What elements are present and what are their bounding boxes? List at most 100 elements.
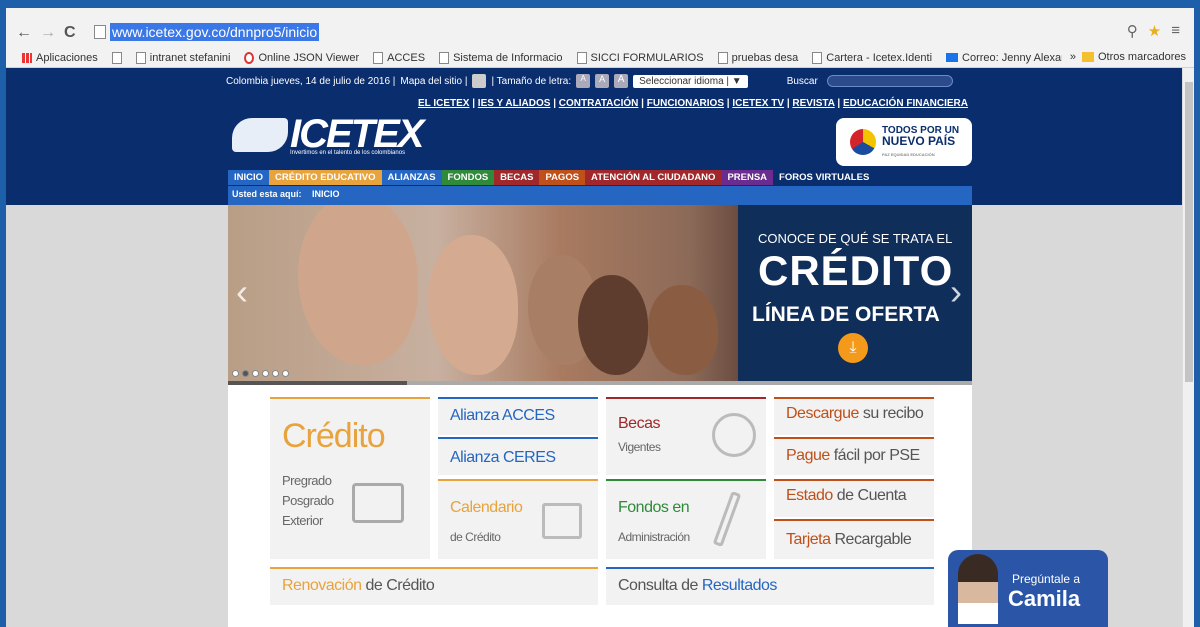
todos-por-un-nuevo-pais-logo: TODOS POR UN NUEVO PAÍS PAZ EQUIDAD EDUCAC… <box>836 118 972 166</box>
link-funcionarios[interactable]: FUNCIONARIOS <box>647 98 724 109</box>
camila-chat-widget[interactable]: Pregúntale a Camila <box>948 550 1108 627</box>
tile-calendario-title: Calendario <box>450 499 523 516</box>
link-revista[interactable]: REVISTA <box>792 98 834 109</box>
link-icetex-tv[interactable]: ICETEX TV <box>732 98 784 109</box>
page-scrollbar[interactable] <box>1182 68 1194 627</box>
tile-alianza-acces[interactable]: Alianza ACCES <box>438 397 598 435</box>
breadcrumb-label: Usted esta aquí: <box>232 189 302 199</box>
link-educacion-financiera[interactable]: EDUCACIÓN FINANCIERA <box>843 98 968 109</box>
font-smaller-button[interactable]: A <box>576 74 591 88</box>
link-contratacion[interactable]: CONTRATACIÓN <box>559 98 639 109</box>
site-header: Colombia jueves, 14 de julio de 2016 | M… <box>6 68 1182 205</box>
bookmark-otros[interactable]: Otros marcadores <box>1081 51 1186 63</box>
carousel-dot[interactable] <box>252 370 259 377</box>
icetex-logo[interactable]: ICETEX Invertimos en el talento de los c… <box>232 112 424 158</box>
bookmark-page[interactable] <box>111 51 122 64</box>
download-icon[interactable]: ⤓ <box>838 333 868 363</box>
bookmark-sistema[interactable]: Sistema de Informacio <box>439 51 563 64</box>
menu-credito-educativo[interactable]: CRÉDITO EDUCATIVO <box>269 170 382 185</box>
menu-inicio[interactable]: INICIO <box>228 170 270 185</box>
tile-alianza-ceres[interactable]: Alianza CERES <box>438 437 598 475</box>
page-icon <box>94 25 106 39</box>
tile-renovacion-credito[interactable]: Renovación de Crédito <box>270 567 598 605</box>
globe-icon <box>712 413 756 457</box>
page-icon <box>135 51 146 64</box>
tile-fondos[interactable]: Fondos en Administración <box>606 479 766 559</box>
bookmark-cartera[interactable]: Cartera - Icetex.Identi <box>812 51 932 64</box>
page-icon <box>373 51 384 64</box>
more-bookmarks-button[interactable]: » <box>1070 51 1076 63</box>
hero-line1: CONOCE DE QUÉ SE TRATA EL <box>758 231 953 246</box>
top-links: EL ICETEX | IES Y ALIADOS | CONTRATACIÓN… <box>417 98 968 109</box>
menu-fondos[interactable]: FONDOS <box>441 170 495 185</box>
calendar-icon <box>542 503 582 539</box>
top-info-bar: Colombia jueves, 14 de julio de 2016 | M… <box>226 74 953 88</box>
breadcrumb: Usted esta aquí: INICIO <box>228 186 972 205</box>
hero-photo-person <box>298 205 418 365</box>
tile-fondos-title: Fondos en <box>618 499 690 516</box>
hero-line2: CRÉDITO <box>758 247 954 294</box>
menu-alianzas[interactable]: ALIANZAS <box>381 170 442 185</box>
tile-credito[interactable]: Crédito Pregrado Posgrado Exterior <box>270 397 430 559</box>
browser-toolbar: ← → C www.icetex.gov.co/dnnpro5/inicio ⚲… <box>6 8 1194 48</box>
font-normal-button[interactable]: A <box>595 74 610 88</box>
tile-becas[interactable]: Becas Vigentes <box>606 397 766 475</box>
sitemap-link[interactable]: Mapa del sitio | <box>400 76 467 87</box>
bookmark-pruebas[interactable]: pruebas desa <box>717 51 798 64</box>
page-icon <box>812 51 823 64</box>
scrollbar-thumb[interactable] <box>1185 82 1193 382</box>
apps-icon <box>22 52 32 63</box>
tile-calendario[interactable]: Calendario de Crédito <box>438 479 598 559</box>
bookmark-correo[interactable]: Correo: Jenny Alexand <box>946 52 1073 64</box>
page-icon <box>717 51 728 64</box>
bookmark-json-viewer[interactable]: Online JSON Viewer <box>244 51 359 64</box>
bookmark-apps[interactable]: Aplicaciones <box>22 52 98 64</box>
tile-descargue-recibo[interactable]: Descargue su recibo <box>774 397 934 435</box>
font-larger-button[interactable]: A <box>614 74 629 88</box>
tile-pague-pse[interactable]: Pague fácil por PSE <box>774 437 934 475</box>
menu-pagos[interactable]: PAGOS <box>539 170 586 185</box>
page-icon <box>439 51 450 64</box>
search-input[interactable] <box>826 75 953 87</box>
carousel-dot[interactable] <box>282 370 289 377</box>
menu-foros-virtuales[interactable]: FOROS VIRTUALES <box>773 170 876 185</box>
menu-atencion-ciudadano[interactable]: ATENCIÓN AL CIUDADANO <box>585 170 722 185</box>
zoom-icon[interactable]: ⚲ <box>1127 22 1138 40</box>
tile-credito-title: Crédito <box>282 417 386 455</box>
menu-becas[interactable]: BECAS <box>494 170 540 185</box>
star-icon[interactable]: ★ <box>1148 22 1161 40</box>
language-select[interactable]: Seleccionar idioma | ▼ <box>633 74 748 88</box>
link-el-icetex[interactable]: EL ICETEX <box>418 98 470 109</box>
next-slide-icon[interactable]: › <box>950 271 962 313</box>
bookmark-acces[interactable]: ACCES <box>373 51 425 64</box>
carousel-dot[interactable] <box>242 370 249 377</box>
link-ies-aliados[interactable]: IES Y ALIADOS <box>478 98 551 109</box>
accessibility-icon[interactable] <box>472 74 487 88</box>
address-bar[interactable]: www.icetex.gov.co/dnnpro5/inicio <box>94 21 320 43</box>
menu-icon[interactable]: ≡ <box>1171 22 1180 40</box>
camila-name: Camila <box>1008 586 1081 611</box>
url-text[interactable]: www.icetex.gov.co/dnnpro5/inicio <box>110 23 320 41</box>
carousel-dot[interactable] <box>262 370 269 377</box>
carousel-dot[interactable] <box>272 370 279 377</box>
hero-carousel[interactable]: CONOCE DE QUÉ SE TRATA EL CRÉDITO LÍNEA … <box>228 205 972 381</box>
logo-mark-icon <box>232 118 288 152</box>
bookmark-intranet[interactable]: intranet stefanini <box>135 51 230 64</box>
logo-tagline: Invertimos en el talento de los colombia… <box>290 150 406 156</box>
hero-photo-person <box>578 275 648 375</box>
tile-estado-cuenta[interactable]: Estado de Cuenta <box>774 479 934 517</box>
font-size-label: | Tamaño de letra: <box>491 75 572 87</box>
forward-icon[interactable]: → <box>40 24 56 42</box>
tpn-line3: PAZ EQUIDAD EDUCACIÓN <box>882 151 935 157</box>
prev-slide-icon[interactable]: ‹ <box>236 271 248 313</box>
reload-icon[interactable]: C <box>64 24 76 42</box>
carousel-dot[interactable] <box>232 370 239 377</box>
web-page: Colombia jueves, 14 de julio de 2016 | M… <box>6 68 1182 627</box>
tile-consulta-resultados[interactable]: Consulta de Resultados <box>606 567 934 605</box>
back-icon[interactable]: ← <box>16 24 32 42</box>
tile-tarjeta-recargable[interactable]: Tarjeta Recargable <box>774 519 934 559</box>
breadcrumb-current[interactable]: INICIO <box>312 189 340 199</box>
bookmark-sicci[interactable]: SICCI FORMULARIOS <box>576 51 704 64</box>
circle-icon <box>244 51 255 64</box>
menu-prensa[interactable]: PRENSA <box>721 170 774 185</box>
